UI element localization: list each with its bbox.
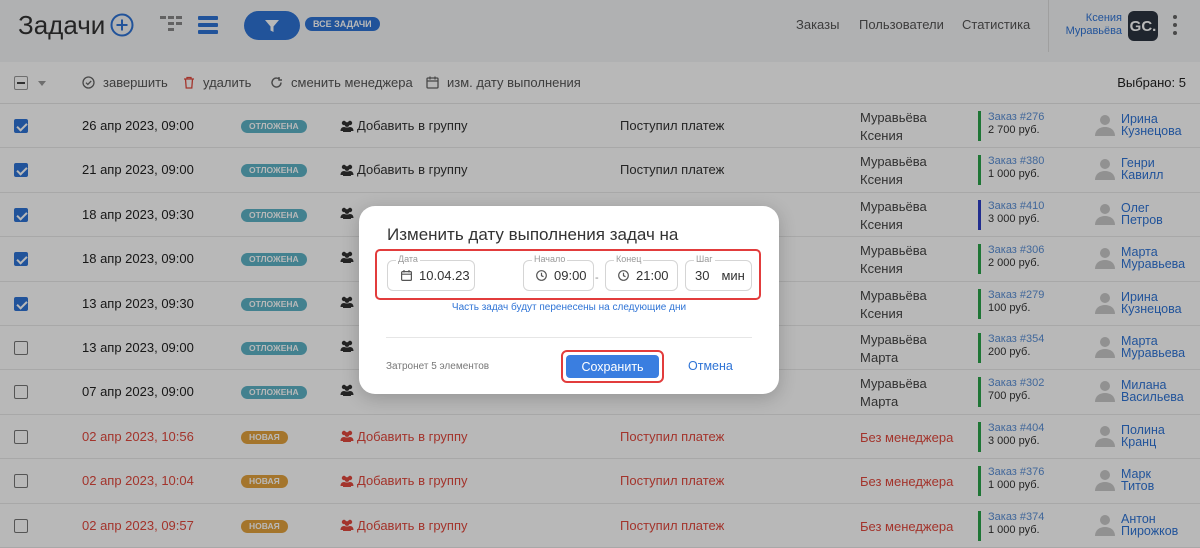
change-date-dialog: Изменить дату выполнения задач на Дата 1… [359, 206, 779, 394]
calendar-icon [401, 270, 412, 281]
start-label: Начало [532, 254, 568, 264]
start-time-field[interactable]: Начало 09:00 [523, 254, 594, 291]
start-value: 09:00 [554, 268, 587, 283]
step-value: 30 [695, 268, 710, 283]
affected-count: Затронет 5 элементов [386, 361, 490, 372]
cancel-button[interactable]: Отмена [688, 359, 733, 373]
save-button-highlight: Сохранить [561, 350, 664, 383]
step-label: Шаг [694, 254, 715, 264]
date-value: 10.04.23 [419, 268, 470, 283]
date-time-fields: Дата 10.04.23 Начало 09:00 - Конец 21:00… [375, 249, 761, 300]
step-field[interactable]: Шаг 30 мин [685, 254, 752, 291]
date-field[interactable]: Дата 10.04.23 [387, 254, 475, 291]
dialog-divider [386, 337, 752, 338]
date-label: Дата [396, 254, 420, 264]
step-unit: мин [721, 268, 745, 283]
time-range-dash: - [595, 272, 599, 284]
end-label: Конец [614, 254, 644, 264]
reschedule-hint: Часть задач будут перенесены на следующи… [451, 302, 687, 313]
clock-icon [536, 270, 547, 281]
save-button[interactable]: Сохранить [566, 355, 659, 378]
end-time-field[interactable]: Конец 21:00 [605, 254, 678, 291]
end-value: 21:00 [636, 268, 669, 283]
clock-icon [618, 270, 629, 281]
dialog-title: Изменить дату выполнения задач на [387, 225, 679, 244]
